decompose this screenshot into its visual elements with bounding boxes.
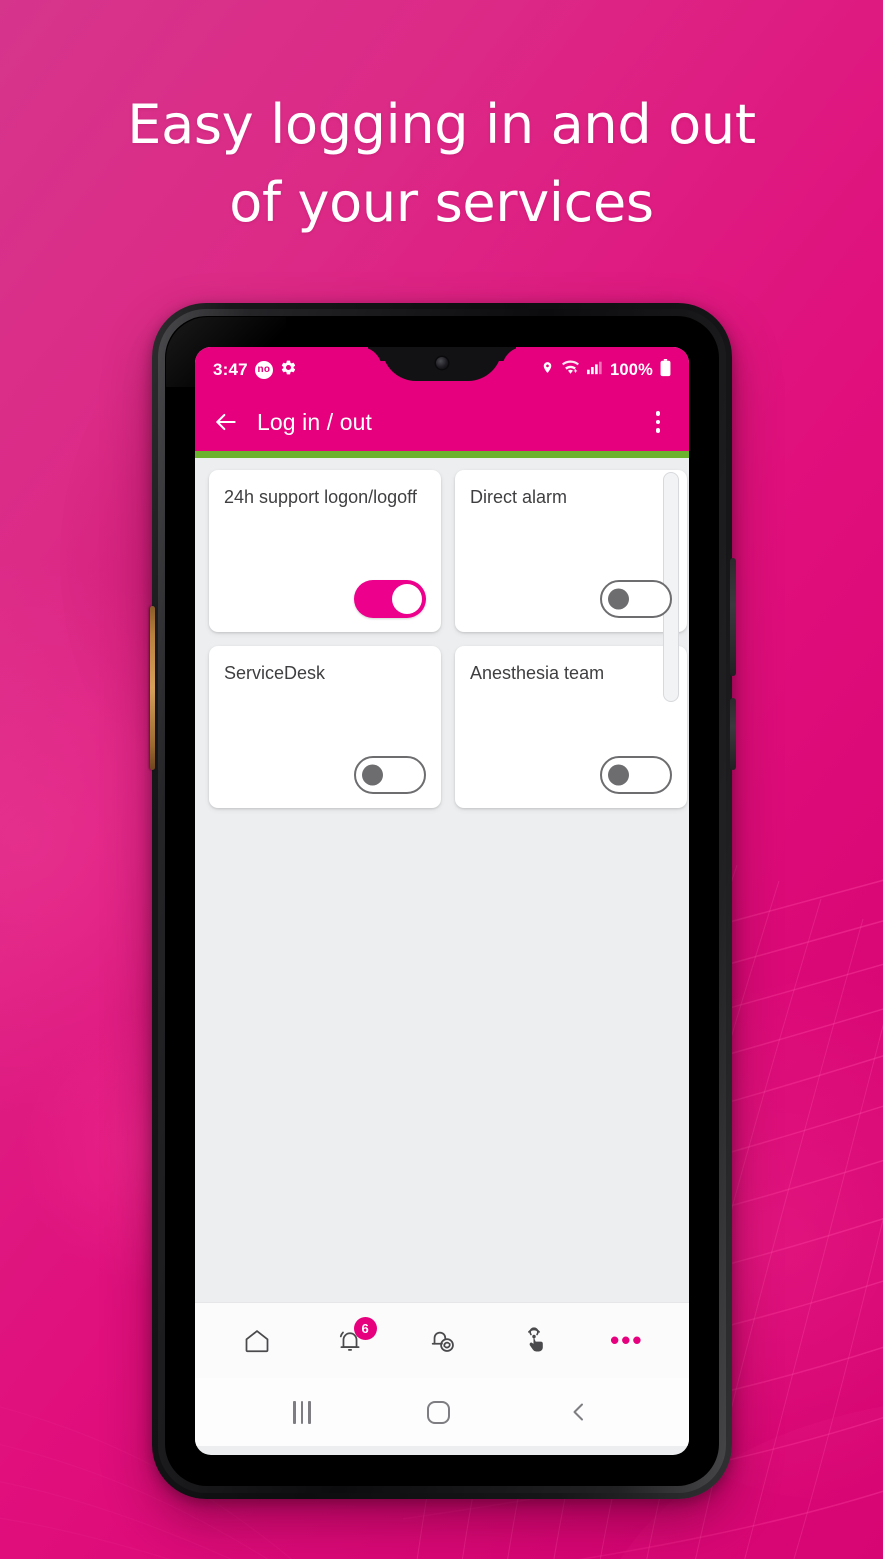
service-toggle[interactable] (354, 580, 426, 618)
status-bar-right: 100% (541, 358, 671, 382)
nav-item-home[interactable] (211, 1303, 303, 1378)
headline-line-2: of your services (229, 170, 654, 234)
toggle-knob (362, 764, 383, 786)
status-bar-left: 3:47 no (213, 359, 297, 381)
notification-badge: 6 (353, 1317, 377, 1340)
service-card[interactable]: Anesthesia team (455, 646, 687, 808)
service-card[interactable]: Direct alarm (455, 470, 687, 632)
side-button[interactable] (730, 698, 736, 770)
nav-item-alarm-sync[interactable] (396, 1303, 488, 1378)
front-camera-icon (436, 357, 448, 369)
accent-divider (195, 451, 689, 458)
tap-gesture-icon (520, 1327, 548, 1355)
home-icon (243, 1327, 271, 1355)
battery-percent-label: 100% (609, 360, 653, 379)
phone-screen: 3:47 no 100% Log in / out 24h support lo… (195, 347, 689, 1455)
gear-icon (280, 359, 297, 381)
battery-full-icon (660, 358, 671, 382)
recents-icon[interactable] (293, 1400, 311, 1424)
location-pin-icon (541, 359, 554, 381)
back-button[interactable] (213, 409, 239, 435)
volume-button[interactable] (150, 606, 155, 770)
service-card[interactable]: 24h support logon/logoff (209, 470, 441, 632)
kebab-menu-icon[interactable] (645, 409, 671, 435)
service-toggle-row (224, 756, 426, 794)
service-toggle-row (470, 756, 672, 794)
power-button[interactable] (730, 558, 736, 676)
bell-sync-icon (428, 1327, 456, 1355)
cellular-signal-icon (586, 360, 603, 380)
overflow-dots-icon: ••• (610, 1325, 644, 1355)
page-title: Easy logging in and out of your services (0, 86, 883, 242)
toggle-knob (608, 588, 629, 610)
service-toggle[interactable] (600, 580, 672, 618)
service-toggle[interactable] (354, 756, 426, 794)
app-bar-title: Log in / out (257, 408, 373, 435)
service-card-grid: 24h support logon/logoff Direct alarm Se… (209, 470, 689, 808)
phone-mockup: 3:47 no 100% Log in / out 24h support lo… (150, 303, 736, 1499)
bottom-navigation: 6 ••• (195, 1302, 689, 1378)
service-card-title: Anesthesia team (470, 663, 605, 683)
status-clock: 3:47 (213, 360, 248, 379)
system-navigation-bar (195, 1378, 689, 1446)
app-bar: Log in / out (195, 393, 689, 451)
chevron-left-icon[interactable] (567, 1400, 591, 1424)
wifi-icon (561, 360, 580, 381)
service-toggle[interactable] (600, 756, 672, 794)
service-card-title: 24h support logon/logoff (224, 487, 417, 507)
service-card-title: ServiceDesk (224, 663, 326, 683)
services-content: 24h support logon/logoff Direct alarm Se… (195, 458, 689, 1302)
home-square-icon[interactable] (427, 1400, 451, 1424)
nav-item-tap-action[interactable] (488, 1303, 580, 1378)
nav-item-more[interactable]: ••• (581, 1303, 673, 1378)
service-card[interactable]: ServiceDesk (209, 646, 441, 808)
toggle-knob (608, 764, 629, 786)
dnd-icon: no (254, 361, 273, 379)
camera-notch (382, 347, 502, 381)
toggle-knob (392, 584, 422, 614)
status-bar: 3:47 no 100% (195, 347, 689, 393)
headline-line-1: Easy logging in and out (127, 93, 756, 156)
nav-item-alarms[interactable]: 6 (303, 1303, 395, 1378)
service-card-title: Direct alarm (470, 487, 568, 507)
service-toggle-row (470, 580, 672, 618)
promo-stage: Easy logging in and out of your services… (0, 0, 883, 1559)
service-toggle-row (224, 580, 426, 618)
